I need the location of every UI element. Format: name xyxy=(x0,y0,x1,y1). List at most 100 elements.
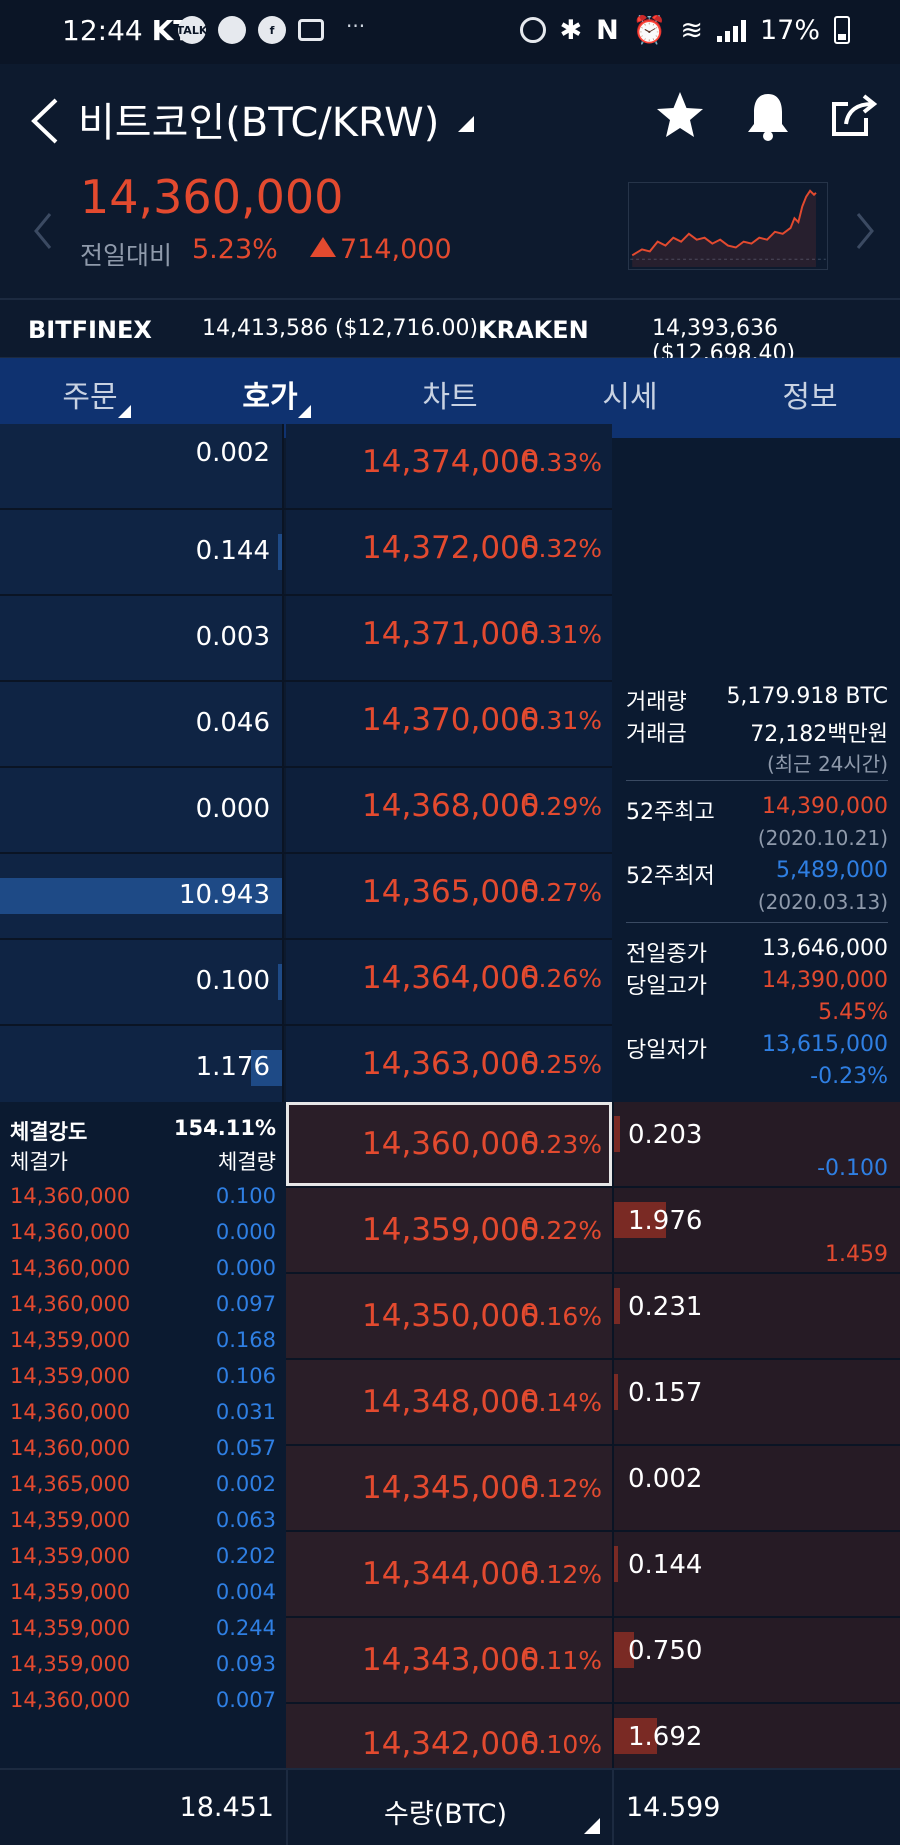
bid-percent: 5.12% xyxy=(522,1474,602,1503)
bid-row[interactable]: 14,360,000 5.23% 0.203 -0.100 xyxy=(286,1102,900,1188)
notification-icons: TALK f xyxy=(177,16,324,44)
bell-icon[interactable] xyxy=(740,88,796,144)
star-icon[interactable] xyxy=(652,88,708,144)
bid-percent: 5.16% xyxy=(522,1302,602,1331)
divider xyxy=(612,1770,614,1845)
bid-volume-bar xyxy=(614,1374,618,1410)
bid-price: 14,350,000 xyxy=(362,1298,540,1334)
bluetooth-icon: ✱ xyxy=(559,14,583,46)
unit-selector[interactable]: 수량(BTC) xyxy=(384,1792,507,1831)
dropdown-triangle-icon[interactable] xyxy=(458,116,474,132)
bid-row[interactable]: 14,343,000 5.11% 0.750 xyxy=(286,1618,900,1704)
bid-qty-cell: 0.002 xyxy=(612,1446,900,1530)
nfc-icon: N xyxy=(596,14,619,46)
trade-row: 14,360,000 0.057 xyxy=(0,1436,286,1472)
bid-row[interactable]: 14,342,000 5.10% 1.692 xyxy=(286,1704,900,1768)
volume-value: 5,179.918 BTC xyxy=(726,684,888,709)
bid-price: 14,345,000 xyxy=(362,1470,540,1506)
tab-info-label: 정보 xyxy=(782,380,838,415)
trade-qty-header: 체결량 xyxy=(218,1150,276,1174)
chevron-left-icon[interactable] xyxy=(28,206,58,256)
bid-price-cell: 14,343,000 5.11% xyxy=(286,1618,612,1702)
strength-label: 체결강도 xyxy=(10,1120,88,1144)
trade-qty: 0.063 xyxy=(215,1508,276,1532)
trade-row: 14,359,000 0.168 xyxy=(0,1328,286,1364)
trade-row: 14,359,000 0.202 xyxy=(0,1544,286,1580)
bid-qty-cell: 0.750 xyxy=(612,1618,900,1702)
bid-qty: 0.231 xyxy=(628,1292,703,1322)
ask-qty-cell: 0.000 xyxy=(0,768,284,852)
bid-qty: 0.157 xyxy=(628,1378,703,1408)
day-low-value: 13,615,000 xyxy=(762,1032,888,1057)
ask-row[interactable]: 0.003 14,371,000 5.31% xyxy=(0,596,612,682)
bid-price-cell: 14,345,000 5.12% xyxy=(286,1446,612,1530)
trade-qty: 0.000 xyxy=(215,1256,276,1280)
trade-qty: 0.106 xyxy=(215,1364,276,1388)
high52-date: (2020.10.21) xyxy=(757,826,888,850)
bid-change: -0.100 xyxy=(817,1156,888,1181)
ask-percent: 5.31% xyxy=(522,620,602,649)
ask-row[interactable]: 0.100 14,364,000 5.26% xyxy=(0,940,612,1026)
trade-row: 14,360,000 0.031 xyxy=(0,1400,286,1436)
amount-value: 72,182백만원 xyxy=(750,722,888,747)
dropdown-triangle-icon[interactable] xyxy=(584,1818,600,1834)
ask-percent: 5.32% xyxy=(522,534,602,563)
recent-trades-panel: 체결강도 154.11% 체결가 체결량 14,360,000 0.100 14,… xyxy=(0,1102,286,1768)
signal-icon xyxy=(716,18,746,42)
trade-price: 14,360,000 xyxy=(10,1292,131,1316)
app-notification-icon xyxy=(218,16,246,44)
ask-price: 14,374,000 xyxy=(362,444,540,480)
status-time: 12:44 KT xyxy=(62,14,192,47)
trade-row: 14,359,000 0.004 xyxy=(0,1580,286,1616)
bid-price: 14,342,000 xyxy=(362,1726,540,1762)
trade-price: 14,360,000 xyxy=(10,1220,131,1244)
page-title[interactable]: 비트코인(BTC/KRW) xyxy=(78,90,439,148)
day-low-label: 당일저가 xyxy=(626,1038,707,1063)
bid-qty: 1.692 xyxy=(628,1722,703,1752)
market-info-panel: 거래량 5,179.918 BTC 거래금 72,182백만원 (최근 24시간… xyxy=(612,438,900,1102)
bid-price-cell-current: 14,360,000 5.23% xyxy=(286,1102,612,1186)
bid-row[interactable]: 14,359,000 5.22% 1.976 1.459 xyxy=(286,1188,900,1274)
back-arrow-icon[interactable] xyxy=(26,96,66,146)
mini-price-chart[interactable] xyxy=(628,182,828,270)
trade-price: 14,360,000 xyxy=(10,1184,131,1208)
ask-qty: 0.002 xyxy=(195,438,270,468)
ask-row[interactable]: 0.144 14,372,000 5.32% xyxy=(0,510,612,596)
ask-qty-cell: 0.046 xyxy=(0,682,284,766)
ask-row[interactable]: 0.000 14,368,000 5.29% xyxy=(0,768,612,854)
trade-qty: 0.097 xyxy=(215,1292,276,1316)
change-percent: 5.23% xyxy=(192,234,278,265)
share-icon[interactable] xyxy=(826,88,882,144)
ask-price: 14,371,000 xyxy=(362,616,540,652)
trade-qty: 0.000 xyxy=(215,1220,276,1244)
trade-qty: 0.007 xyxy=(215,1688,276,1712)
day-high-percent: 5.45% xyxy=(818,1000,888,1025)
ask-row[interactable]: 1.176 14,363,000 5.25% xyxy=(0,1026,612,1112)
bid-row[interactable]: 14,345,000 5.12% 0.002 xyxy=(286,1446,900,1532)
trade-row: 14,360,000 0.100 xyxy=(0,1184,286,1220)
status-bar: 12:44 KT TALK f ··· ✱ N ⏰ ≋ 17% xyxy=(0,0,900,64)
bid-row[interactable]: 14,350,000 5.16% 0.231 xyxy=(286,1274,900,1360)
exchange-name-kraken: KRAKEN xyxy=(478,316,589,344)
ask-qty: 0.003 xyxy=(195,622,270,652)
ask-row[interactable]: 0.002 14,374,000 5.33% xyxy=(0,424,612,510)
bid-row[interactable]: 14,344,000 5.12% 0.144 xyxy=(286,1532,900,1618)
trade-price: 14,359,000 xyxy=(10,1328,131,1352)
ask-qty: 0.046 xyxy=(195,708,270,738)
ask-row[interactable]: 0.046 14,370,000 5.31% xyxy=(0,682,612,768)
strength-value: 154.11% xyxy=(173,1116,276,1140)
bid-row[interactable]: 14,348,000 5.14% 0.157 xyxy=(286,1360,900,1446)
ask-percent: 5.33% xyxy=(522,448,602,477)
tab-info[interactable]: 정보 xyxy=(720,358,900,438)
low52-label: 52주최저 xyxy=(626,864,715,889)
ask-qty: 0.144 xyxy=(195,536,270,566)
ask-qty: 1.176 xyxy=(195,1052,270,1082)
ask-price: 14,363,000 xyxy=(362,1046,540,1082)
chevron-right-icon[interactable] xyxy=(850,206,880,256)
volume-label: 거래량 xyxy=(626,690,687,715)
divider xyxy=(626,922,888,923)
exchange-price-bar: BITFINEX 14,413,586 ($12,716.00) KRAKEN … xyxy=(0,300,900,366)
trade-row: 14,365,000 0.002 xyxy=(0,1472,286,1508)
ask-row[interactable]: 10.943 14,365,000 5.27% xyxy=(0,854,612,940)
bid-volume-bar xyxy=(614,1116,620,1152)
